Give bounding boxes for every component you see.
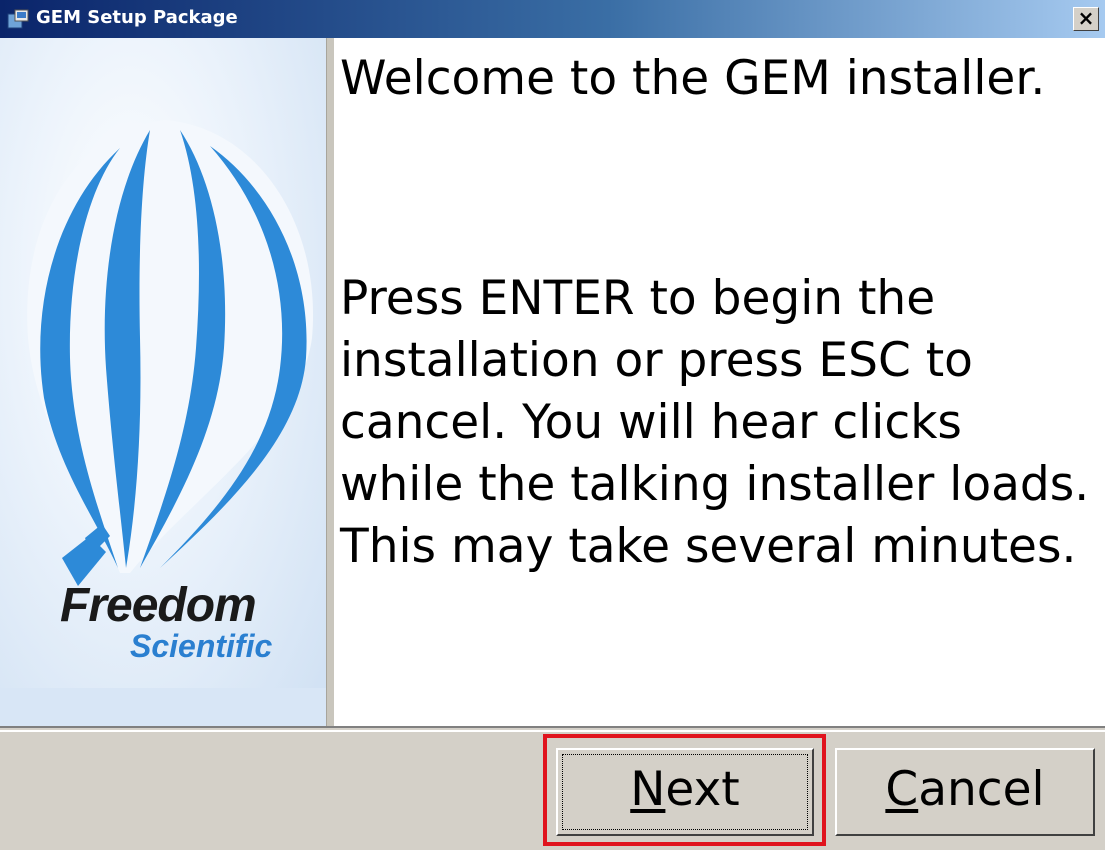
sidebar-footer-strip — [0, 688, 326, 726]
title-bar[interactable]: GEM Setup Package × — [0, 0, 1105, 38]
focus-rectangle — [562, 754, 808, 830]
sidebar-divider — [326, 38, 334, 726]
hot-air-balloon-logo — [27, 120, 314, 586]
sidebar-banner: Freedom Scientific — [0, 38, 326, 726]
instructions-text: Press ENTER to begin the installation or… — [340, 271, 1090, 574]
next-button[interactable]: Next — [556, 748, 814, 836]
content-panel: Welcome to the GEM installer. Press ENTE… — [334, 38, 1105, 726]
brand-name-line2: Scientific — [130, 628, 273, 664]
window-title: GEM Setup Package — [36, 7, 238, 28]
close-button[interactable]: × — [1073, 7, 1099, 31]
close-icon: × — [1077, 6, 1095, 30]
cancel-mnemonic: C — [885, 762, 919, 817]
cancel-label-rest: ancel — [918, 762, 1045, 817]
brand-name-line1: Freedom — [60, 579, 257, 632]
installer-app-icon — [7, 9, 29, 29]
cancel-button[interactable]: Cancel — [835, 748, 1095, 836]
welcome-heading: Welcome to the GEM installer. — [340, 51, 1046, 106]
